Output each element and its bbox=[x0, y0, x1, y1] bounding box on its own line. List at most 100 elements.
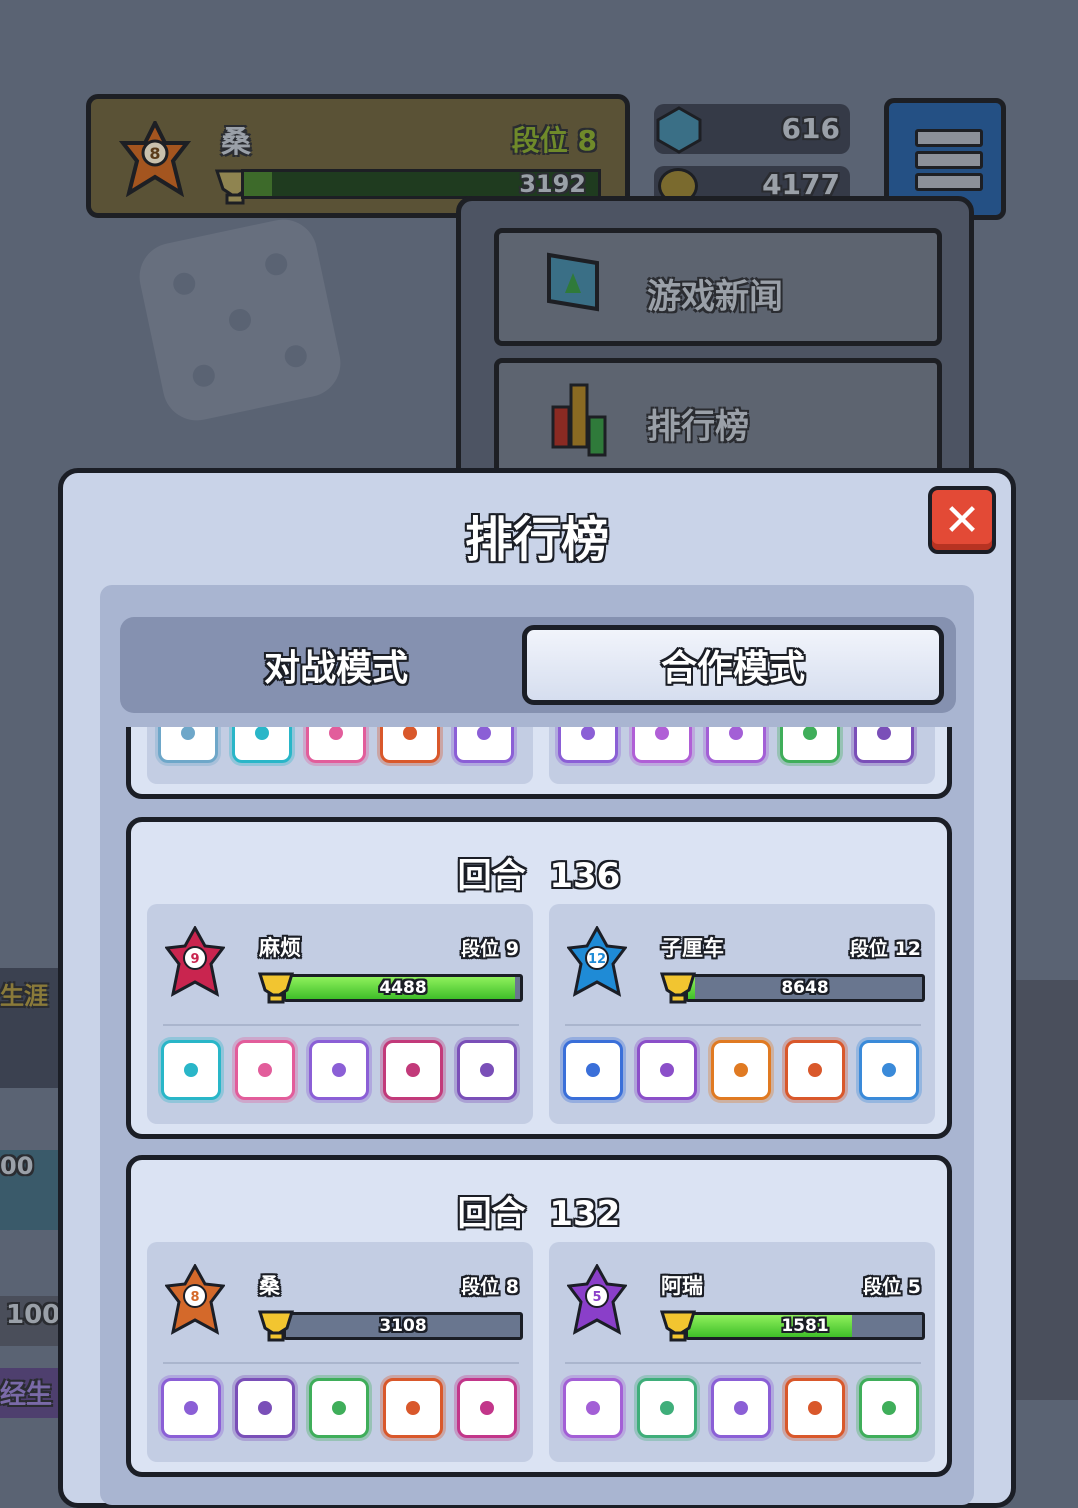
trophy-progress-bar: 3108 bbox=[283, 1312, 523, 1340]
dice-icon[interactable] bbox=[563, 1040, 623, 1100]
dice-icon[interactable] bbox=[637, 1040, 697, 1100]
dice-icon[interactable] bbox=[235, 1040, 295, 1100]
dice-icon[interactable] bbox=[309, 1378, 369, 1438]
divider bbox=[565, 1024, 921, 1026]
rank-badge-icon: 8 bbox=[165, 1264, 225, 1335]
dice-icon[interactable] bbox=[859, 1378, 919, 1438]
trophy-score: 1581 bbox=[781, 1316, 829, 1336]
leaderboard-entry[interactable]: 回合 136 9 麻烦 段位 9 4488 12 子厘车 段位 12 8648 bbox=[126, 817, 952, 1139]
menu-item-leaderboard[interactable]: 排行榜 bbox=[494, 358, 942, 476]
dice-icon[interactable] bbox=[309, 1040, 369, 1100]
dice-icon[interactable] bbox=[785, 1378, 845, 1438]
dice-icon[interactable] bbox=[235, 1378, 295, 1438]
dice-icon[interactable] bbox=[380, 727, 440, 763]
badge-level: 9 bbox=[190, 952, 199, 967]
rank-badge-icon: 8 bbox=[119, 121, 191, 197]
gem-counter: 616 bbox=[654, 104, 850, 154]
trophy-progress-fill bbox=[244, 172, 273, 196]
dice-icon[interactable] bbox=[711, 1378, 771, 1438]
leaderboard-entry[interactable]: 回合 132 8 桑 段位 8 3108 5 阿瑞 段位 5 1581 bbox=[126, 1155, 952, 1477]
tab-pvp[interactable]: 对战模式 bbox=[126, 625, 546, 705]
badge-level: 5 bbox=[592, 1290, 601, 1305]
trophy-count: 3192 bbox=[519, 170, 586, 198]
dice-icon[interactable] bbox=[859, 1040, 919, 1100]
player-name: 子厘车 bbox=[661, 936, 724, 960]
close-button[interactable]: ✕ bbox=[928, 486, 996, 554]
rank-label: 段位 8 bbox=[511, 124, 597, 157]
close-x-icon: ✕ bbox=[943, 494, 981, 546]
leaderboard-list[interactable]: 回合 136 9 麻烦 段位 9 4488 12 子厘车 段位 12 8648 回合 132 … bbox=[126, 727, 952, 1507]
rank-label: 段位 9 bbox=[461, 938, 519, 960]
trophy-icon bbox=[257, 1310, 295, 1342]
trophy-progress-bar: 4488 bbox=[283, 974, 523, 1002]
dice-icon[interactable] bbox=[563, 1378, 623, 1438]
round-title: 回合 132 bbox=[457, 1194, 621, 1234]
bg-career-tab: 经生 bbox=[0, 1368, 58, 1418]
round-title: 回合 136 bbox=[457, 856, 621, 896]
player-name: 麻烦 bbox=[259, 936, 301, 960]
trophy-icon bbox=[257, 972, 295, 1004]
trophy-progress-bar: 8648 bbox=[685, 974, 925, 1002]
dice-icon[interactable] bbox=[306, 727, 366, 763]
dice-icon[interactable] bbox=[454, 727, 514, 763]
player-slot[interactable]: 8 桑 段位 8 3108 bbox=[147, 1242, 533, 1462]
player-name: 阿瑞 bbox=[661, 1274, 703, 1298]
background-dice bbox=[133, 213, 347, 427]
dice-icon[interactable] bbox=[161, 1040, 221, 1100]
rank-label: 段位 8 bbox=[461, 1276, 519, 1298]
modal-title: 排行榜 bbox=[464, 512, 609, 568]
bg-stat-panel-2: 100 bbox=[0, 1296, 60, 1346]
player-name: 桑 bbox=[259, 1274, 280, 1298]
bg-right-panel bbox=[1016, 980, 1078, 1400]
trophy-score: 3108 bbox=[379, 1316, 427, 1336]
dice-icon[interactable] bbox=[854, 727, 914, 763]
bg-stat-panel: 00 bbox=[0, 1150, 58, 1230]
player-name: 桑 bbox=[221, 125, 251, 160]
rank-badge-icon: 12 bbox=[567, 926, 627, 997]
dice-icon[interactable] bbox=[632, 727, 692, 763]
dice-icon[interactable] bbox=[457, 1040, 517, 1100]
trophy-score: 4488 bbox=[379, 978, 427, 998]
divider bbox=[163, 1024, 519, 1026]
menu-item-label: 游戏新闻 bbox=[647, 277, 783, 317]
player-slot[interactable]: 5 阿瑞 段位 5 1581 bbox=[549, 1242, 935, 1462]
bg-career-panel: 生涯 bbox=[0, 968, 58, 1088]
dice-icon[interactable] bbox=[706, 727, 766, 763]
menu-line-icon bbox=[915, 151, 983, 169]
bar-chart-icon bbox=[551, 383, 607, 457]
rank-badge-icon: 9 bbox=[165, 926, 225, 997]
badge-level: 8 bbox=[149, 144, 160, 163]
menu-item-label: 排行榜 bbox=[647, 407, 749, 447]
player-slot[interactable]: 9 麻烦 段位 9 4488 bbox=[147, 904, 533, 1124]
dice-icon[interactable] bbox=[232, 727, 292, 763]
divider bbox=[565, 1362, 921, 1364]
dice-icon[interactable] bbox=[158, 727, 218, 763]
dice-icon[interactable] bbox=[780, 727, 840, 763]
rank-label: 段位 12 bbox=[849, 938, 921, 960]
dice-icon[interactable] bbox=[558, 727, 618, 763]
dice-icon[interactable] bbox=[457, 1378, 517, 1438]
gem-icon bbox=[656, 106, 702, 154]
trophy-score: 8648 bbox=[781, 978, 829, 998]
dice-icon[interactable] bbox=[785, 1040, 845, 1100]
menu-line-icon bbox=[915, 129, 983, 147]
badge-level: 12 bbox=[588, 952, 606, 967]
dice-icon[interactable] bbox=[161, 1378, 221, 1438]
badge-level: 8 bbox=[190, 1290, 199, 1305]
dice-icon[interactable] bbox=[637, 1378, 697, 1438]
tab-coop[interactable]: 合作模式 bbox=[522, 625, 944, 705]
trophy-icon bbox=[659, 972, 697, 1004]
divider bbox=[163, 1362, 519, 1364]
dice-icon[interactable] bbox=[383, 1378, 443, 1438]
news-monitor-icon bbox=[547, 252, 599, 312]
trophy-icon bbox=[659, 1310, 697, 1342]
menu-item-news[interactable]: 游戏新闻 bbox=[494, 228, 942, 346]
menu-line-icon bbox=[915, 173, 983, 191]
trophy-progress-bar: 3192 bbox=[241, 169, 601, 199]
rank-label: 段位 5 bbox=[863, 1276, 921, 1298]
player-slot[interactable]: 12 子厘车 段位 12 8648 bbox=[549, 904, 935, 1124]
trophy-progress-bar: 1581 bbox=[685, 1312, 925, 1340]
gem-count: 616 bbox=[781, 112, 840, 145]
dice-icon[interactable] bbox=[711, 1040, 771, 1100]
dice-icon[interactable] bbox=[383, 1040, 443, 1100]
